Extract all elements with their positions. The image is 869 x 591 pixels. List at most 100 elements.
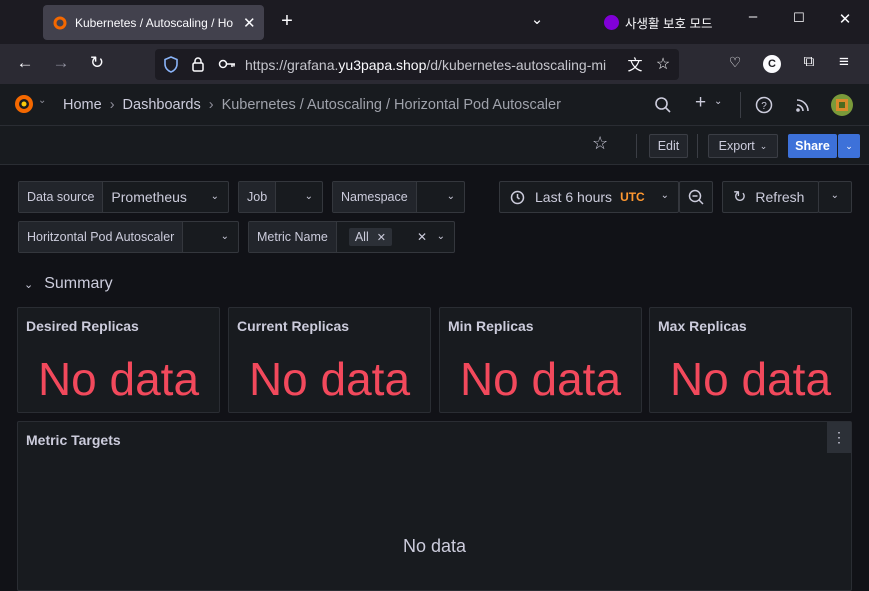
max-replicas-panel: Max Replicas No data [649, 307, 852, 413]
export-button[interactable]: Export ⌄ [708, 134, 778, 158]
timezone-label: UTC [620, 190, 645, 204]
private-mode-indicator: 사생활 보호 모드 [604, 13, 712, 32]
url-path: /d/kubernetes-autoscaling-mi [426, 57, 607, 73]
remove-chip-icon[interactable]: ✕ [377, 231, 386, 244]
zoom-out-button[interactable] [679, 181, 713, 213]
datasource-label: Data source [19, 182, 104, 212]
menu-icon[interactable]: ≡ [832, 52, 856, 72]
metric-name-label: Metric Name [249, 222, 337, 252]
back-icon[interactable]: ← [13, 53, 37, 73]
datasource-value: Prometheus [111, 189, 187, 205]
metric-targets-panel: Metric Targets ⋮ No data [17, 421, 852, 591]
url-text: https://grafana.yu3papa.shop/d/kubernete… [245, 57, 615, 73]
search-icon[interactable] [654, 96, 672, 114]
panel-title: Desired Replicas [26, 318, 139, 334]
translate-icon[interactable]: 文 [623, 54, 647, 75]
refresh-interval-picker[interactable]: ⌄ [818, 181, 852, 213]
share-button[interactable]: Share [788, 134, 837, 158]
panel-no-data: No data [459, 353, 622, 405]
dashboard-main: Data source Prometheus ⌄ Job ⌄ Namespace … [0, 165, 869, 591]
time-range-picker[interactable]: Last 6 hours UTC ⌄ [499, 181, 679, 213]
row-collapse-chevron-icon: ⌄ [24, 278, 34, 291]
maximize-icon[interactable]: ☐ [788, 10, 810, 26]
url-host: yu3papa.shop [338, 57, 427, 73]
reload-icon[interactable]: ↻ [85, 53, 109, 73]
export-chevron-icon: ⌄ [759, 140, 768, 151]
row-title: Summary [44, 275, 113, 292]
breadcrumb-separator-icon: › [208, 97, 214, 113]
window-close-icon[interactable]: ✕ [834, 10, 856, 28]
private-mask-icon [604, 15, 619, 30]
metric-all-chip[interactable]: All ✕ [348, 228, 392, 246]
chevron-down-icon: ⌄ [220, 231, 229, 242]
rss-icon[interactable] [795, 97, 811, 113]
edit-button[interactable]: Edit [649, 134, 688, 158]
toolbar-divider [697, 134, 698, 158]
chevron-down-icon: ⌄ [304, 191, 313, 202]
private-mode-label: 사생활 보호 모드 [625, 17, 713, 31]
profile-avatar[interactable]: C [763, 55, 781, 73]
forward-icon[interactable]: → [49, 53, 73, 73]
add-icon[interactable]: + [695, 92, 706, 114]
summary-row-header[interactable]: ⌄ Summary [24, 275, 113, 293]
favorite-star-icon[interactable]: ☆ [592, 133, 608, 154]
export-label: Export [718, 139, 755, 153]
breadcrumb: Home › Dashboards › Kubernetes / Autosca… [63, 97, 561, 113]
minimize-icon[interactable]: – [742, 8, 764, 25]
chevron-down-icon: ⌄ [830, 190, 839, 201]
metric-all-label: All [354, 230, 369, 244]
toolbar-divider [636, 134, 637, 158]
metric-name-variable[interactable]: Metric Name All ✕ ✕ ⌄ [248, 221, 455, 253]
panel-no-data: No data [37, 353, 200, 405]
browser-tab[interactable]: Kubernetes / Autoscaling / Ho ✕ [43, 5, 264, 40]
job-label: Job [239, 182, 277, 212]
pocket-icon[interactable]: ♡ [723, 54, 747, 71]
tab-title: Kubernetes / Autoscaling / Ho [75, 15, 234, 30]
refresh-label: Refresh [755, 189, 805, 205]
grafana-header: ⌄ Home › Dashboards › Kubernetes / Autos… [0, 84, 869, 126]
share-chevron-icon[interactable]: ⌄ [838, 134, 860, 158]
logo-chevron-icon[interactable]: ⌄ [38, 95, 46, 106]
new-tab-icon[interactable]: + [276, 10, 298, 33]
chevron-down-icon: ⌄ [210, 191, 219, 202]
tab-close-icon[interactable]: ✕ [243, 14, 256, 32]
job-variable[interactable]: Job ⌄ [238, 181, 323, 213]
extensions-icon[interactable]: ⧉ [797, 53, 821, 70]
refresh-icon: ↻ [733, 189, 747, 206]
browser-titlebar: Kubernetes / Autoscaling / Ho ✕ + ⌄ 사생활 … [0, 0, 869, 44]
time-range-label: Last 6 hours [535, 189, 613, 205]
shield-icon [164, 56, 178, 73]
add-chevron-icon[interactable]: ⌄ [714, 96, 722, 107]
grafana-tab-icon [53, 16, 67, 29]
tab-list-chevron-icon[interactable]: ⌄ [526, 10, 548, 28]
key-icon [218, 59, 235, 69]
refresh-button[interactable]: ↻ Refresh [722, 181, 819, 213]
namespace-variable[interactable]: Namespace ⌄ [332, 181, 465, 213]
breadcrumb-home[interactable]: Home [63, 97, 102, 113]
current-replicas-panel: Current Replicas No data [228, 307, 431, 413]
breadcrumb-dashboards[interactable]: Dashboards [123, 97, 201, 113]
hpa-variable[interactable]: Horitzontal Pod Autoscaler ⌄ [18, 221, 239, 253]
browser-navbar: ← → ↻ https://grafana.yu3papa.shop/d/kub… [0, 44, 869, 84]
clear-icon[interactable]: ✕ [417, 230, 427, 244]
min-replicas-panel: Min Replicas No data [439, 307, 642, 413]
svg-text:?: ? [761, 101, 767, 112]
help-icon[interactable]: ? [755, 96, 773, 114]
hpa-label: Horitzontal Pod Autoscaler [19, 222, 184, 252]
panel-title: Metric Targets [26, 432, 121, 448]
zoom-out-icon [688, 189, 704, 205]
panel-menu-icon[interactable]: ⋮ [827, 422, 851, 453]
chevron-down-icon: ⌄ [660, 190, 669, 201]
panel-title: Max Replicas [658, 318, 747, 334]
panel-title: Min Replicas [448, 318, 534, 334]
user-avatar[interactable] [831, 94, 853, 116]
url-bar[interactable]: https://grafana.yu3papa.shop/d/kubernete… [155, 49, 679, 80]
bookmark-star-icon[interactable]: ☆ [651, 54, 675, 74]
header-divider [740, 92, 741, 118]
chevron-down-icon: ⌄ [436, 231, 445, 242]
grafana-logo-icon[interactable] [13, 93, 35, 115]
url-prefix: https://grafana. [245, 57, 339, 73]
datasource-variable[interactable]: Data source Prometheus ⌄ [18, 181, 229, 213]
panel-no-data: No data [248, 353, 411, 405]
desired-replicas-panel: Desired Replicas No data [17, 307, 220, 413]
